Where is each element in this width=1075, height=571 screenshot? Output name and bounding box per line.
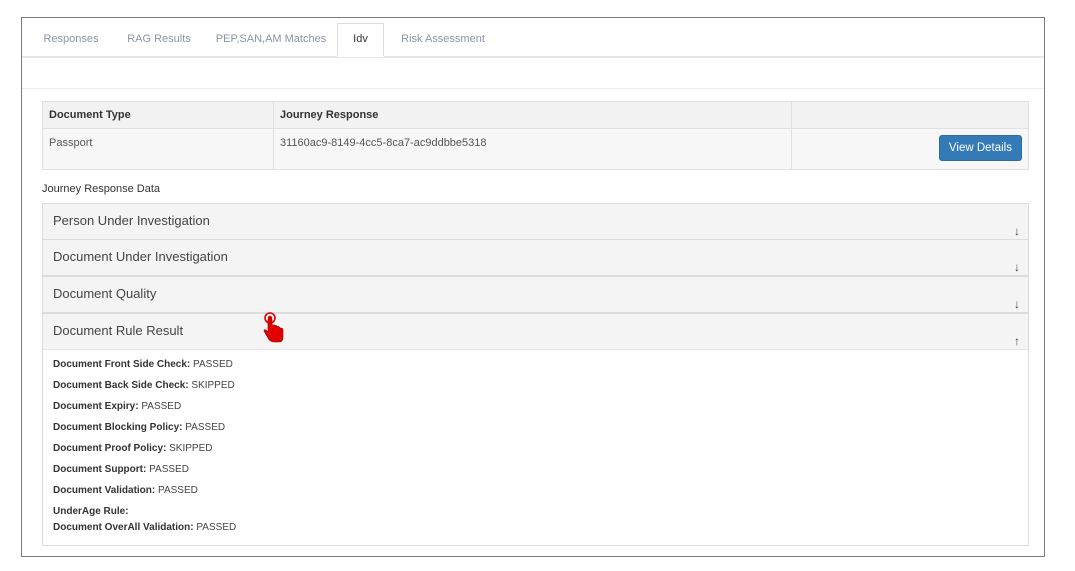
list-item: Document Back Side Check: SKIPPED	[53, 379, 1018, 400]
accordion-title: Person Under Investigation	[53, 213, 210, 228]
rule-value: SKIPPED	[191, 380, 235, 391]
tab-risk-assessment[interactable]: Risk Assessment	[398, 24, 488, 55]
accordion-document-rule-result: Document Rule Result ↑ Document Front Si…	[42, 313, 1029, 546]
accordion-title: Document Quality	[53, 286, 157, 301]
rule-value: PASSED	[196, 522, 237, 533]
journey-response-cell: 31160ac9-8149-4cc5-8ca7-ac9ddbbe5318	[273, 128, 792, 170]
rule-label: Document Back Side Check:	[53, 380, 189, 391]
accordion-title: Document Rule Result	[53, 323, 184, 338]
document-type-cell: Passport	[42, 128, 274, 170]
rule-label: Document Proof Policy:	[53, 443, 167, 454]
rule-value: PASSED	[193, 359, 233, 370]
tab-responses[interactable]: Responses	[38, 24, 104, 55]
rule-label: Document Expiry:	[53, 401, 139, 412]
accordion-document-quality: Document Quality ↓	[42, 276, 1029, 313]
tab-idv[interactable]: Idv	[337, 23, 384, 57]
rule-label: Document Blocking Policy:	[53, 422, 183, 433]
rule-value: PASSED	[185, 422, 226, 433]
rule-results-list: Document Front Side Check: PASSED Docume…	[43, 349, 1028, 545]
list-item: Document Blocking Policy: PASSED	[53, 421, 1018, 442]
hand-pointer-icon	[263, 312, 284, 343]
rule-label: Document Support:	[53, 464, 147, 475]
list-item: Document Validation: PASSED	[53, 484, 1018, 505]
column-header-journey-response: Journey Response	[273, 101, 792, 129]
accordion-header[interactable]: Person Under Investigation ↓	[43, 204, 1028, 239]
rule-value: SKIPPED	[169, 443, 213, 454]
rule-value: PASSED	[141, 401, 182, 412]
list-item: Document OverAll Validation: PASSED	[53, 521, 1018, 542]
list-item: Document Support: PASSED	[53, 463, 1018, 484]
accordion-header[interactable]: Document Quality ↓	[43, 277, 1028, 312]
documents-table: Document Type Journey Response Passport …	[42, 101, 1029, 170]
toolbar-band	[22, 58, 1044, 89]
accordion-title: Document Under Investigation	[53, 249, 228, 264]
list-item: Document Front Side Check: PASSED	[53, 358, 1018, 379]
arrow-up-icon: ↑	[1014, 334, 1020, 348]
list-item: Document Expiry: PASSED	[53, 400, 1018, 421]
column-header-document-type: Document Type	[42, 101, 274, 129]
actions-cell: View Details	[791, 128, 1029, 170]
accordion-document-under-investigation: Document Under Investigation ↓	[42, 239, 1029, 276]
view-details-button[interactable]: View Details	[938, 135, 1022, 161]
list-item: Document Proof Policy: SKIPPED	[53, 442, 1018, 463]
accordion-header[interactable]: Document Under Investigation ↓	[43, 240, 1028, 275]
table-header-row: Document Type Journey Response	[42, 101, 1029, 129]
journey-response-data-label: Journey Response Data	[42, 183, 161, 195]
table-row: Passport 31160ac9-8149-4cc5-8ca7-ac9ddbb…	[42, 128, 1029, 170]
rule-label: Document OverAll Validation:	[53, 522, 194, 533]
accordion-person-under-investigation: Person Under Investigation ↓	[42, 203, 1029, 240]
list-item: UnderAge Rule:	[53, 505, 1018, 521]
column-header-actions	[791, 101, 1029, 129]
accordion-header[interactable]: Document Rule Result ↑	[43, 314, 1028, 349]
tab-rag-results[interactable]: RAG Results	[122, 24, 196, 55]
tab-bar: Responses RAG Results PEP,SAN,AM Matches…	[22, 18, 1044, 58]
rule-value: PASSED	[149, 464, 189, 475]
rule-label: Document Front Side Check:	[53, 359, 191, 370]
rule-label: UnderAge Rule:	[53, 506, 129, 517]
idv-panel: Responses RAG Results PEP,SAN,AM Matches…	[21, 17, 1045, 557]
tab-pep-san-am-matches[interactable]: PEP,SAN,AM Matches	[215, 24, 327, 55]
rule-value: PASSED	[158, 485, 198, 496]
rule-label: Document Validation:	[53, 485, 156, 496]
